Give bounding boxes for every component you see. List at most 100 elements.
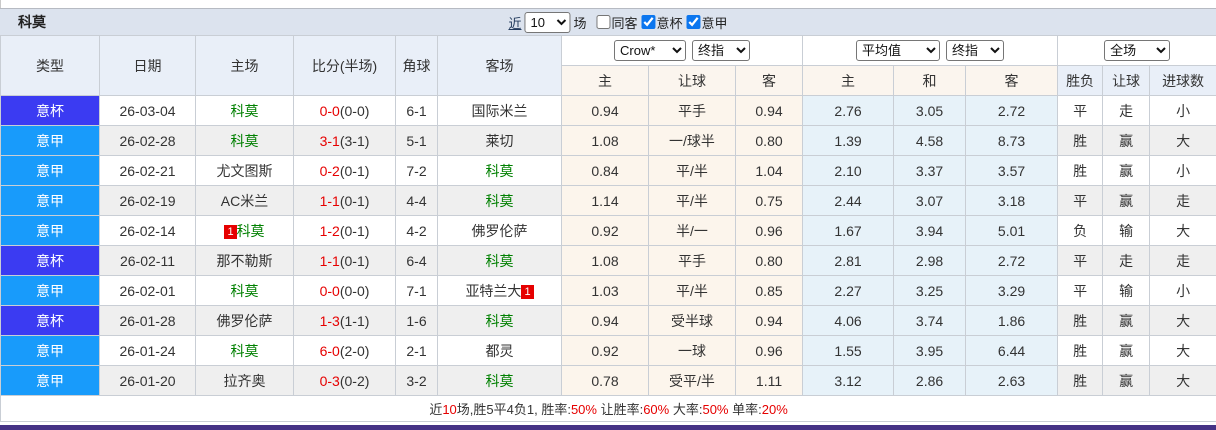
odds-group-header: Crow* 终指 [560,35,804,66]
score-cell: 0-2(0-1) [293,155,396,186]
subcol-odds-away: 客 [734,65,804,96]
corner-cell: 5-1 [395,125,438,156]
team-name: 尤文图斯 [216,162,273,179]
match-row: 意甲 26-01-24 科莫 6-0(2-0) 2-1 都灵 0.92 一球 0… [0,335,1216,366]
team-name: 国际米兰 [471,102,528,119]
subcol-result-handicap: 让球 [1102,65,1151,96]
handicap-cell: 受半球 [648,305,736,336]
avg-draw-cell: 2.98 [893,245,967,276]
avg-draw-cell: 2.86 [893,365,967,396]
wdl-result-cell: 胜 [1057,155,1104,186]
same-away-label: 同客 [611,15,638,31]
date-cell: 26-02-19 [99,185,196,216]
avg-away-cell: 2.63 [965,365,1059,396]
serie-a-checkbox[interactable] [686,15,701,29]
col-header-type: 类型 [0,35,100,96]
handicap-result-cell: 输 [1102,215,1151,246]
home-team-cell: 尤文图斯 [195,155,294,186]
match-row: 意甲 26-02-21 尤文图斯 0-2(0-1) 7-2 科莫 0.84 平/… [0,155,1216,186]
team-name: 科莫 [485,372,514,389]
team-name: 莱切 [485,132,514,149]
away-team-cell: 亚特兰大 1 [437,275,562,306]
italy-cup-checkbox[interactable] [641,15,656,29]
score-cell: 1-2(0-1) [293,215,396,246]
type-cell: 意甲 [0,335,100,366]
subcol-avg-away: 客 [965,65,1059,96]
avg-away-cell: 3.57 [965,155,1059,186]
away-team-cell: 科莫 [437,185,562,216]
type-cell: 意甲 [0,275,100,306]
avg-home-cell: 4.06 [802,305,895,336]
away-team-cell: 国际米兰 [437,95,562,126]
avg-index-select[interactable]: 终指 [946,40,1005,61]
type-cell: 意甲 [0,155,100,186]
avg-group-header: 平均值 终指 [802,35,1059,66]
type-cell: 意甲 [0,365,100,396]
scope-select[interactable]: 全场 [1104,40,1171,61]
handicap-result-cell: 赢 [1102,305,1151,336]
date-cell: 26-01-28 [99,305,196,336]
recent-count-select[interactable]: 10 [524,11,571,33]
odds-index-select[interactable]: 终指 [692,40,751,61]
home-team-cell: 科莫 [195,335,294,366]
goals-result-cell: 大 [1149,215,1216,246]
team-name: 科莫 [230,282,259,299]
bookmaker-select[interactable]: Crow* [614,40,687,61]
subcol-odds-handicap: 让球 [648,65,736,96]
bottom-accent-bar [0,425,1216,430]
match-row: 意杯 26-02-11 那不勒斯 1-1(0-1) 6-4 科莫 1.08 平手… [0,245,1216,276]
corner-cell: 7-2 [395,155,438,186]
team-name: 科莫 [485,192,514,209]
handicap-result-cell: 赢 [1102,365,1151,396]
score-cell: 6-0(2-0) [293,335,396,366]
handicap-cell: 平/半 [648,185,736,216]
handicap-cell: 一球 [648,335,736,366]
goals-result-cell: 大 [1149,125,1216,156]
date-cell: 26-02-21 [99,155,196,186]
type-cell: 意甲 [0,215,100,246]
wdl-result-cell: 胜 [1057,335,1104,366]
goals-result-cell: 走 [1149,245,1216,276]
avg-draw-cell: 3.95 [893,335,967,366]
wdl-result-cell: 平 [1057,275,1104,306]
team-name: 科莫 [485,312,514,329]
home-team-cell: 1 科莫 [195,215,294,246]
avg-home-cell: 2.27 [802,275,895,306]
score-cell: 1-1(0-1) [293,185,396,216]
date-cell: 26-02-28 [99,125,196,156]
avg-draw-cell: 3.74 [893,305,967,336]
team-name: 那不勒斯 [216,252,273,269]
same-away-checkbox[interactable] [596,15,611,29]
wdl-result-cell: 平 [1057,95,1104,126]
away-odds-cell: 0.80 [734,245,804,276]
avg-away-cell: 8.73 [965,125,1059,156]
avg-away-cell: 2.72 [965,95,1059,126]
col-header-date: 日期 [99,35,196,96]
match-row: 意杯 26-01-28 佛罗伦萨 1-3(1-1) 1-6 科莫 0.94 受半… [0,305,1216,336]
team-name: 科莫 [485,252,514,269]
handicap-cell: 平手 [648,245,736,276]
serie-a-label: 意甲 [701,15,728,31]
away-odds-cell: 0.94 [734,305,804,336]
away-team-cell: 都灵 [437,335,562,366]
matches-table: 类型 日期 主场 比分(半场) 角球 客场 Crow* 终指 平均值 终指 全场… [0,35,1216,422]
away-odds-cell: 0.96 [734,215,804,246]
type-cell: 意甲 [0,125,100,156]
average-select[interactable]: 平均值 [856,40,941,61]
match-row: 意甲 26-02-01 科莫 0-0(0-0) 7-1 亚特兰大 1 1.03 平… [0,275,1216,306]
home-odds-cell: 0.78 [561,365,649,396]
away-odds-cell: 0.85 [734,275,804,306]
home-odds-cell: 1.14 [561,185,649,216]
away-team-cell: 科莫 [437,245,562,276]
team-name: 科莫 [230,102,259,119]
handicap-cell: 平手 [648,95,736,126]
col-header-corner: 角球 [395,35,438,96]
away-team-cell: 佛罗伦萨 [437,215,562,246]
home-odds-cell: 1.08 [561,125,649,156]
avg-away-cell: 2.72 [965,245,1059,276]
recent-link[interactable]: 近 [508,13,521,32]
team-name: 亚特兰大 [465,282,522,299]
avg-draw-cell: 3.25 [893,275,967,306]
italy-cup-label: 意杯 [656,15,683,31]
score-cell: 3-1(3-1) [293,125,396,156]
